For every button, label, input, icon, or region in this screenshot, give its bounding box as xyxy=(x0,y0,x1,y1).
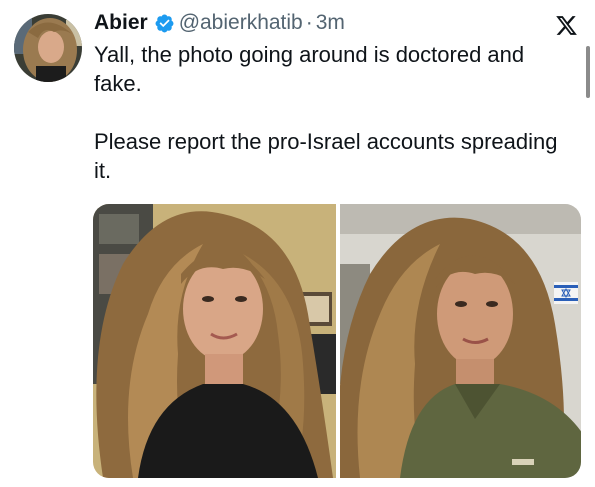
tweet-header: Abier @abierkhatib · 3m xyxy=(94,8,345,38)
photo-woman-curly-hair-black-top xyxy=(93,204,336,478)
tweet-timestamp[interactable]: 3m xyxy=(316,8,345,38)
tweet-paragraph: Yall, the photo going around is doctored… xyxy=(94,42,525,96)
photo-woman-curly-hair-olive-uniform-flag xyxy=(340,204,581,478)
author-handle[interactable]: @abierkhatib xyxy=(179,8,303,38)
scrollbar[interactable] xyxy=(586,46,590,98)
media-photo-left[interactable] xyxy=(93,204,336,478)
tweet-text: Yall, the photo going around is doctored… xyxy=(94,40,564,185)
media-photo-right[interactable] xyxy=(340,204,581,478)
avatar[interactable] xyxy=(14,14,82,82)
avatar-photo xyxy=(14,14,82,82)
verified-badge-icon xyxy=(154,13,175,34)
separator-dot: · xyxy=(305,11,313,34)
author-display-name[interactable]: Abier xyxy=(94,8,148,38)
tweet-media xyxy=(93,204,581,478)
tweet-paragraph: Please report the pro-Israel accounts sp… xyxy=(94,129,558,183)
x-logo-icon[interactable] xyxy=(555,14,578,37)
